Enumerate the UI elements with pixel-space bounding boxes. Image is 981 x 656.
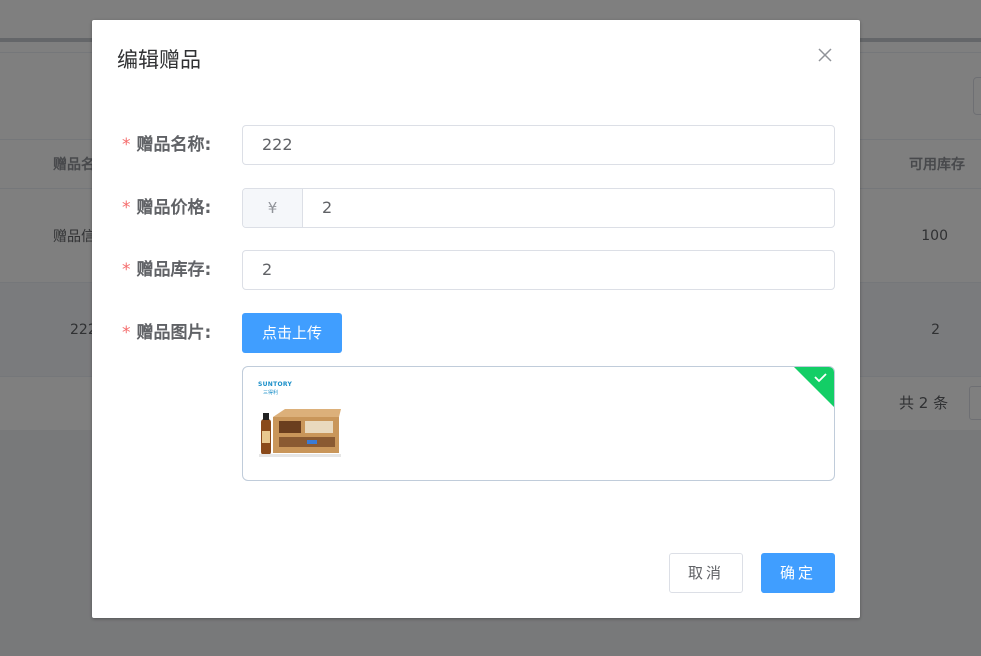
field-label-name: * 赠品名称: <box>122 133 222 157</box>
gift-name-input[interactable]: 222 <box>242 125 835 165</box>
product-thumbnail: SUNTORY 三得利 <box>257 379 341 463</box>
required-mark: * <box>122 198 131 218</box>
required-mark: * <box>122 323 131 343</box>
label-text: 赠品价格: <box>136 198 212 218</box>
required-mark: * <box>122 260 131 280</box>
currency-prefix: ¥ <box>243 189 303 227</box>
gift-price-input[interactable]: 2 <box>322 189 332 227</box>
upload-button[interactable]: 点击上传 <box>242 313 342 353</box>
product-image <box>259 409 341 457</box>
label-text: 赠品图片: <box>136 323 212 343</box>
close-icon[interactable] <box>816 46 834 64</box>
label-text: 赠品名称: <box>136 135 212 155</box>
field-label-stock: * 赠品库存: <box>122 258 222 282</box>
brand-logo-text: SUNTORY <box>258 381 293 388</box>
gift-price-input-group[interactable]: ¥ 2 <box>242 188 835 228</box>
field-label-price: * 赠品价格: <box>122 196 222 220</box>
dialog-title: 编辑赠品 <box>117 48 201 72</box>
required-mark: * <box>122 135 131 155</box>
cancel-button[interactable]: 取消 <box>669 553 743 593</box>
confirm-button[interactable]: 确定 <box>761 553 835 593</box>
gift-stock-input[interactable]: 2 <box>242 250 835 290</box>
label-text: 赠品库存: <box>136 260 212 280</box>
uploaded-file-card[interactable]: SUNTORY 三得利 <box>242 366 835 481</box>
brand-logo-subtext: 三得利 <box>263 390 279 396</box>
edit-gift-dialog: 编辑赠品 * 赠品名称: 222 * 赠品价格: ¥ 2 * 赠品库存: 2 * 赠品图… <box>92 20 860 618</box>
upload-success-badge <box>794 367 834 407</box>
field-label-image: * 赠品图片: <box>122 321 222 345</box>
